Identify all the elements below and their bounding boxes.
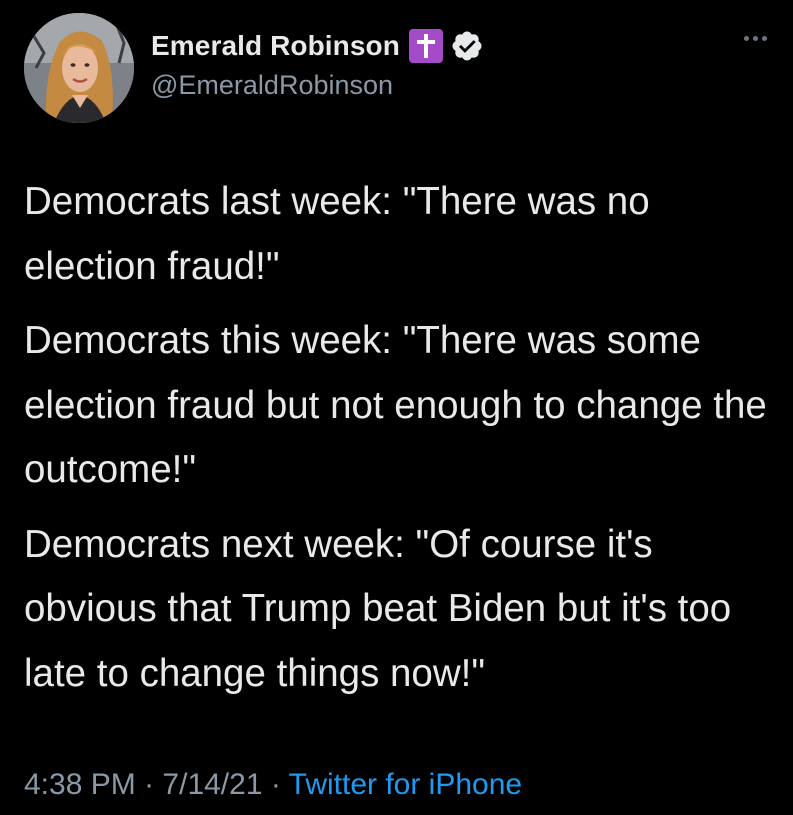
meta-separator: · [270, 768, 281, 801]
tweet-date[interactable]: 7/14/21 [162, 768, 262, 801]
verified-badge-icon [450, 29, 484, 63]
tweet: Emerald Robinson @EmeraldRobinson Democr… [0, 0, 793, 815]
meta-separator: · [144, 768, 155, 801]
more-options-icon[interactable] [744, 36, 767, 41]
author-handle[interactable]: @EmeraldRobinson [151, 70, 393, 101]
display-name[interactable]: Emerald Robinson [151, 30, 400, 62]
tweet-text: Democrats last week: "There was no elect… [24, 170, 774, 716]
avatar[interactable] [24, 13, 134, 123]
tweet-time[interactable]: 4:38 PM [24, 768, 136, 801]
author-name-row: Emerald Robinson [151, 26, 484, 66]
cross-icon [408, 29, 443, 63]
tweet-meta: 4:38 PM · 7/14/21 · Twitter for iPhone [24, 768, 522, 802]
avatar-image [24, 13, 134, 123]
tweet-source-link[interactable]: Twitter for iPhone [289, 768, 522, 801]
tweet-paragraph: Democrats last week: "There was no elect… [24, 180, 650, 288]
tweet-paragraph: Democrats next week: "Of course it's obv… [24, 522, 732, 695]
tweet-paragraph: Democrats this week: "There was some ele… [24, 319, 767, 491]
